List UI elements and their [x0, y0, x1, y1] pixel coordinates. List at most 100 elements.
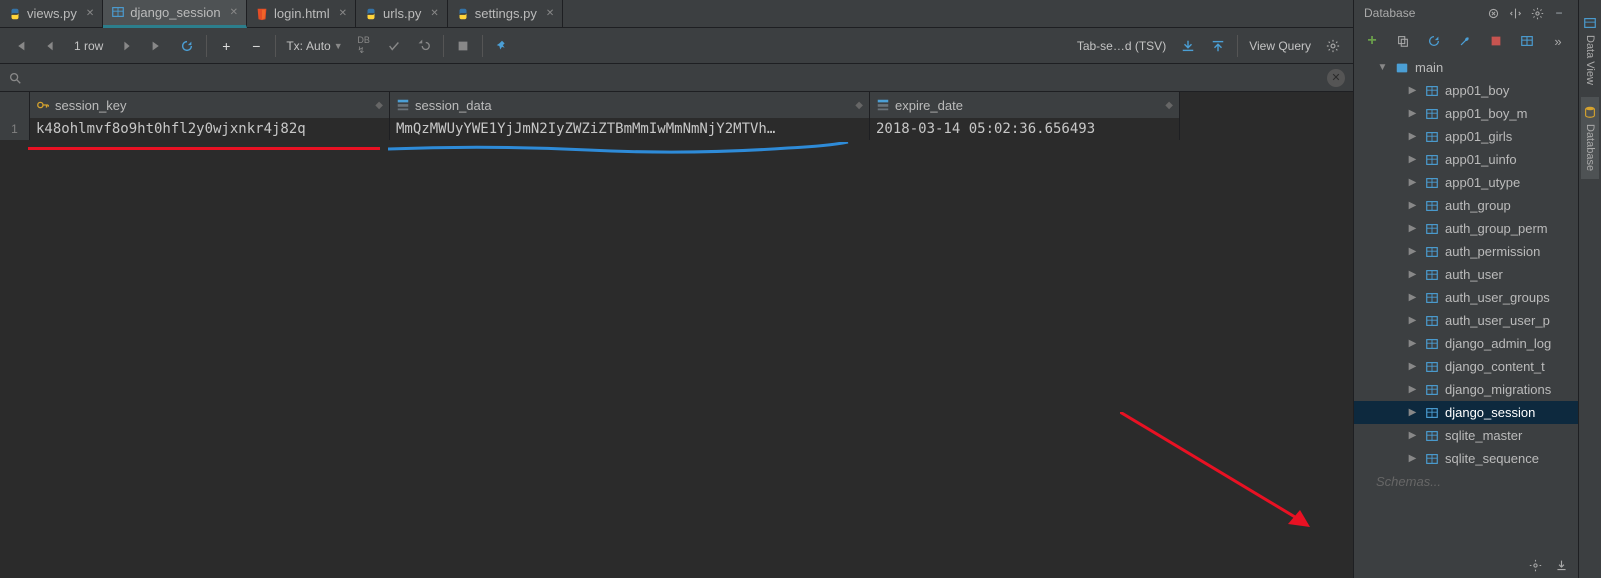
- close-icon[interactable]: ✕: [339, 8, 347, 19]
- add-datasource-button[interactable]: +: [1358, 27, 1386, 55]
- view-query-link[interactable]: View Query: [1243, 39, 1317, 53]
- side-tab-data-view[interactable]: Data View: [1581, 8, 1599, 93]
- download-icon[interactable]: [1552, 556, 1570, 574]
- gear-icon[interactable]: [1526, 556, 1544, 574]
- dataview-icon: [1583, 16, 1597, 30]
- tree-label: auth_permission: [1445, 244, 1540, 259]
- row-number-header: [0, 92, 30, 118]
- hide-icon[interactable]: −: [1550, 4, 1568, 22]
- first-page-button[interactable]: [6, 32, 34, 60]
- tree-table-item[interactable]: ▶auth_user_user_p: [1354, 309, 1578, 332]
- tree-table-item[interactable]: ▶ auth_permission: [1354, 240, 1578, 263]
- next-page-button[interactable]: [113, 32, 141, 60]
- tree-table-item[interactable]: ▶sqlite_master: [1354, 424, 1578, 447]
- pin-button[interactable]: [488, 32, 516, 60]
- duplicate-button[interactable]: [1389, 27, 1417, 55]
- column-icon: [396, 98, 410, 112]
- add-row-button[interactable]: +: [212, 32, 240, 60]
- close-icon[interactable]: ✕: [230, 7, 238, 18]
- cell-session-data[interactable]: MmQzMWUyYWE1YjJmN2IyZWZiZTBmMmIwMmNmNjY2…: [390, 118, 870, 140]
- wrench-icon[interactable]: [1451, 27, 1479, 55]
- tree-table-item[interactable]: ▶auth_user_groups: [1354, 286, 1578, 309]
- annotation-red-underline: [28, 140, 380, 150]
- sort-icon: ◆: [375, 100, 383, 111]
- tree-table-item[interactable]: ▶django_session: [1354, 401, 1578, 424]
- last-page-button[interactable]: [143, 32, 171, 60]
- close-icon[interactable]: ✕: [546, 8, 554, 19]
- chevron-right-icon: ▶: [1406, 85, 1419, 96]
- tree-table-item[interactable]: ▶django_migrations: [1354, 378, 1578, 401]
- database-panel-title: Database: [1364, 6, 1415, 20]
- column-header-expire-date[interactable]: expire_date ◆: [870, 92, 1180, 118]
- tree-table-item[interactable]: ▶sqlite_sequence: [1354, 447, 1578, 470]
- chevron-down-icon: ▼: [1376, 62, 1389, 73]
- tx-mode-selector[interactable]: Tx: Auto ▼: [281, 39, 347, 53]
- sync-button[interactable]: [1420, 27, 1448, 55]
- export-button[interactable]: [1204, 32, 1232, 60]
- cell-session-key[interactable]: k48ohlmvf8o9ht0hfl2y0wjxnkr4j82q: [30, 118, 390, 140]
- ddl-button[interactable]: DB↯: [350, 32, 378, 60]
- close-icon[interactable]: ✕: [86, 8, 94, 19]
- table-icon: [1424, 428, 1440, 444]
- split-icon[interactable]: [1506, 4, 1524, 22]
- tree-table-item[interactable]: ▶auth_user: [1354, 263, 1578, 286]
- table-icon: [1424, 405, 1440, 421]
- database-panel-header: Database −: [1354, 0, 1578, 26]
- annotation-blue-underline: [388, 142, 858, 156]
- import-button[interactable]: [1174, 32, 1202, 60]
- gear-icon[interactable]: [1528, 4, 1546, 22]
- table-icon: [1424, 382, 1440, 398]
- export-format-selector[interactable]: Tab-se…d (TSV): [1071, 39, 1172, 53]
- separator: [443, 35, 444, 57]
- close-icon[interactable]: ✕: [430, 8, 438, 19]
- more-button[interactable]: »: [1544, 27, 1572, 55]
- clear-filter-button[interactable]: ✕: [1327, 69, 1345, 87]
- commit-button[interactable]: [380, 32, 408, 60]
- tree-label: app01_boy_m: [1445, 106, 1527, 121]
- table-view-button[interactable]: [1513, 27, 1541, 55]
- stop-process-button[interactable]: [1482, 27, 1510, 55]
- remove-row-button[interactable]: −: [242, 32, 270, 60]
- table-icon: [1424, 336, 1440, 352]
- table-row[interactable]: 1 k48ohlmvf8o9ht0hfl2y0wjxnkr4j82q MmQzM…: [0, 118, 1353, 140]
- tree-table-item[interactable]: ▶django_admin_log: [1354, 332, 1578, 355]
- editor-tab[interactable]: urls.py✕: [356, 0, 448, 28]
- cell-expire-date[interactable]: 2018-03-14 05:02:36.656493: [870, 118, 1180, 140]
- tree-schemas-link[interactable]: Schemas...: [1354, 470, 1578, 493]
- side-tab-database[interactable]: Database: [1581, 97, 1599, 179]
- tree-table-item[interactable]: ▶app01_girls: [1354, 125, 1578, 148]
- table-icon: [1424, 313, 1440, 329]
- tree-table-item[interactable]: ▶auth_group: [1354, 194, 1578, 217]
- chevron-right-icon: ▶: [1406, 361, 1419, 372]
- chevron-right-icon: ▶: [1406, 223, 1419, 234]
- prev-page-button[interactable]: [36, 32, 64, 60]
- tree-table-item[interactable]: ▶app01_utype: [1354, 171, 1578, 194]
- editor-tab[interactable]: views.py ✕: [0, 0, 103, 28]
- editor-tab[interactable]: django_session✕: [103, 0, 247, 28]
- tree-label: auth_user_groups: [1445, 290, 1550, 305]
- separator: [1237, 35, 1238, 57]
- tree-table-item[interactable]: ▶app01_boy_m: [1354, 102, 1578, 125]
- collapse-icon[interactable]: [1484, 4, 1502, 22]
- refresh-button[interactable]: [173, 32, 201, 60]
- column-header-session-data[interactable]: session_data ◆: [390, 92, 870, 118]
- editor-tab[interactable]: settings.py✕: [448, 0, 564, 28]
- tree-label: django_admin_log: [1445, 336, 1551, 351]
- tree-label: sqlite_sequence: [1445, 451, 1539, 466]
- tree-label: django_session: [1445, 405, 1535, 420]
- tree-table-item[interactable]: ▶app01_boy: [1354, 79, 1578, 102]
- tree-table-item[interactable]: ▶django_content_t: [1354, 355, 1578, 378]
- editor-tab[interactable]: login.html✕: [247, 0, 356, 28]
- chevron-right-icon: ▶: [1406, 246, 1419, 257]
- column-header-session-key[interactable]: session_key ◆: [30, 92, 390, 118]
- filter-bar[interactable]: ✕: [0, 64, 1353, 92]
- stop-button[interactable]: [449, 32, 477, 60]
- tree-table-item[interactable]: ▶auth_group_perm: [1354, 217, 1578, 240]
- tab-label: views.py: [27, 6, 77, 21]
- tree-table-item[interactable]: ▶app01_uinfo: [1354, 148, 1578, 171]
- chevron-right-icon: ▶: [1406, 315, 1419, 326]
- key-icon: [36, 98, 50, 112]
- tree-schema-main[interactable]: ▼ main: [1354, 56, 1578, 79]
- rollback-button[interactable]: [410, 32, 438, 60]
- settings-button[interactable]: [1319, 32, 1347, 60]
